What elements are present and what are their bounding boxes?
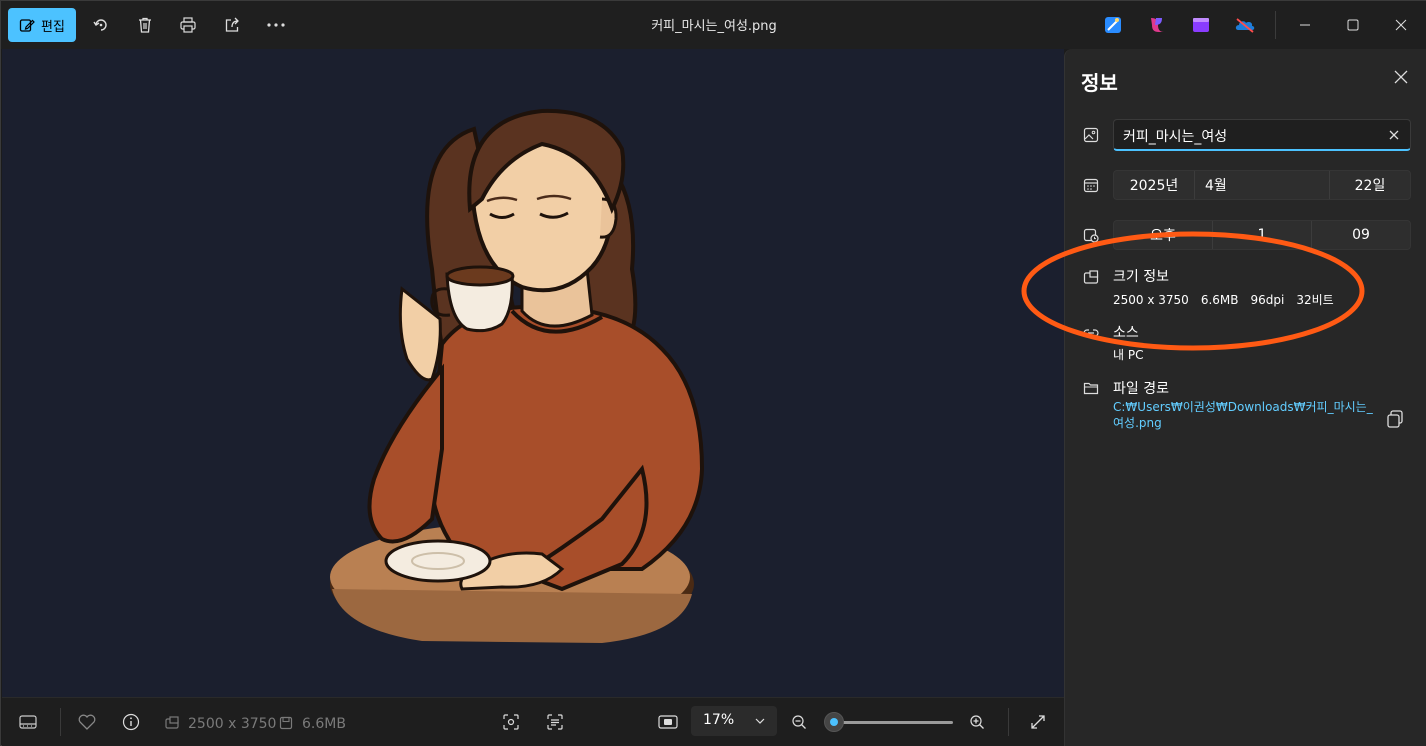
delete-icon[interactable] [131, 11, 159, 39]
zoom-slider-thumb[interactable] [824, 712, 844, 732]
copy-icon[interactable] [1385, 409, 1407, 431]
size-dimensions: 2500 x 3750 [1113, 293, 1189, 307]
image-canvas[interactable] [2, 49, 1064, 697]
hour-value: 1 [1257, 227, 1267, 243]
photos-app-window: 편집 커피_마시는_여성.png 2500 x 3750 6.6MB 17% 정… [0, 0, 1426, 746]
ampm-value: 오후 [1150, 228, 1176, 244]
size-dpi: 96dpi [1250, 293, 1285, 307]
print-icon[interactable] [174, 11, 202, 39]
month-value: 4월 [1205, 178, 1227, 194]
fullscreen-icon[interactable] [1026, 710, 1050, 734]
favorite-icon[interactable] [75, 710, 99, 734]
bottom-separator [60, 708, 61, 736]
edit-label: 편집 [41, 19, 65, 35]
minimize-icon[interactable] [1287, 11, 1323, 39]
bottom-separator [1008, 708, 1009, 736]
date-picker[interactable]: 2025년 4월 22일 [1113, 170, 1411, 200]
share-icon[interactable] [218, 11, 246, 39]
clear-icon[interactable] [1386, 127, 1402, 143]
hour-field[interactable]: 1 [1213, 221, 1312, 249]
edit-button[interactable]: 편집 [8, 8, 76, 42]
source-label: 소스 [1113, 325, 1139, 341]
source-value: 내 PC [1113, 348, 1144, 362]
zoom-slider-track[interactable] [831, 721, 953, 724]
image-dimensions: 2500 x 3750 [188, 716, 277, 732]
filmstrip-icon[interactable] [16, 710, 40, 734]
clock-icon [1081, 225, 1101, 245]
panel-close-icon[interactable] [1393, 69, 1413, 89]
image-icon [1081, 125, 1101, 145]
size-bits: 32비트 [1296, 293, 1334, 307]
edit-icon [19, 19, 35, 32]
ampm-field[interactable]: 오후 [1114, 221, 1213, 249]
designer-icon[interactable] [1103, 15, 1123, 35]
actual-size-icon[interactable] [656, 710, 680, 734]
bottom-status-bar: 2500 x 3750 6.6MB 17% [2, 697, 1064, 746]
size-file-size: 6.6MB [1200, 293, 1239, 307]
toolbar-separator [1275, 11, 1276, 39]
resolution-icon [160, 711, 184, 735]
size-details: 2500 x 3750 6.6MB 96dpi 32비트 [1113, 291, 1346, 308]
file-path-link[interactable]: C:₩Users₩이권성₩Downloads₩커피_마시는_여성.png [1113, 399, 1373, 431]
size-icon [1081, 267, 1101, 287]
onedrive-icon[interactable] [1234, 15, 1255, 35]
zoom-in-icon[interactable] [965, 710, 989, 734]
top-toolbar: 편집 커피_마시는_여성.png [1, 1, 1426, 49]
close-icon[interactable] [1383, 11, 1419, 39]
minute-value: 09 [1352, 227, 1370, 243]
month-field[interactable]: 4월 [1195, 171, 1330, 199]
minute-field[interactable]: 09 [1312, 221, 1410, 249]
year-value: 2025년 [1129, 178, 1179, 194]
zoom-dropdown[interactable]: 17% [691, 706, 777, 736]
info-icon[interactable] [119, 710, 143, 734]
day-value: 22일 [1354, 178, 1386, 194]
size-info-label: 크기 정보 [1113, 269, 1169, 285]
zoom-out-icon[interactable] [787, 710, 811, 734]
folder-icon [1081, 378, 1101, 398]
rotate-icon[interactable] [87, 11, 115, 39]
path-label: 파일 경로 [1113, 381, 1169, 397]
zoom-value: 17% [703, 712, 735, 728]
maximize-icon[interactable] [1335, 11, 1371, 39]
file-name-input[interactable]: 커피_마시는_여성 [1113, 119, 1411, 151]
save-icon [274, 711, 298, 735]
face-detect-icon[interactable] [499, 710, 523, 734]
time-picker[interactable]: 오후 1 09 [1113, 220, 1411, 250]
ocr-icon[interactable] [543, 710, 567, 734]
clipchamp-icon[interactable] [1191, 15, 1211, 35]
calendar-icon [1081, 175, 1101, 195]
chevron-down-icon [755, 718, 765, 724]
copilot-icon[interactable] [1147, 15, 1167, 35]
more-icon[interactable] [262, 11, 290, 39]
source-icon [1081, 323, 1101, 343]
year-field[interactable]: 2025년 [1114, 171, 1195, 199]
window-title: 커피_마시는_여성.png [651, 19, 777, 34]
file-name-value: 커피_마시는_여성 [1123, 129, 1228, 145]
woman-drinking-coffee-illustration [330, 108, 705, 643]
day-field[interactable]: 22일 [1330, 171, 1410, 199]
file-size: 6.6MB [302, 716, 346, 732]
panel-title: 정보 [1081, 71, 1118, 95]
info-panel: 정보 커피_마시는_여성 2025년 4월 22일 오후 1 09 크기 정보 … [1064, 49, 1426, 746]
